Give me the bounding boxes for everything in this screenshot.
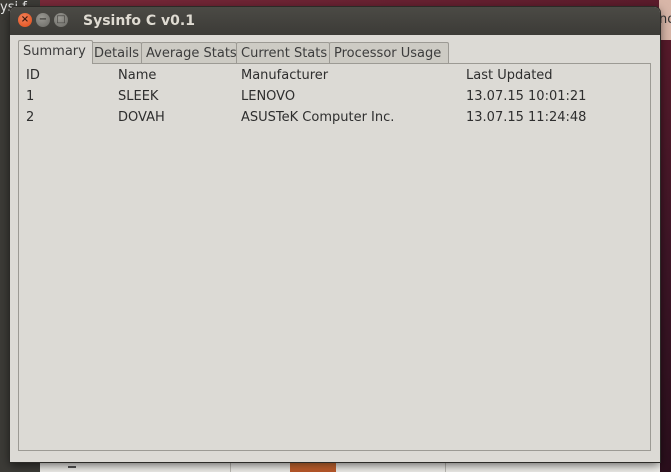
cell-id: 2 — [26, 110, 35, 125]
cell-manufacturer: ASUSTeK Computer Inc. — [241, 110, 395, 125]
column-header-last-updated[interactable]: Last Updated — [466, 68, 553, 83]
column-header-id[interactable]: ID — [26, 68, 40, 83]
cell-name: SLEEK — [118, 89, 159, 104]
background-dash-icon — [68, 466, 76, 468]
background-window-right-text: no — [659, 12, 671, 27]
cell-id: 1 — [26, 89, 35, 104]
tab-summary[interactable]: Summary — [18, 40, 93, 64]
cell-manufacturer: LENOVO — [241, 89, 296, 104]
cell-name: DOVAH — [118, 110, 165, 125]
maximize-icon[interactable]: □ — [54, 13, 68, 27]
tab-current-stats[interactable]: Current Stats — [236, 42, 330, 63]
tab-details[interactable]: Details — [89, 42, 142, 63]
tab-processor-usage[interactable]: Processor Usage — [329, 42, 449, 63]
close-icon[interactable]: × — [18, 13, 32, 27]
column-header-name[interactable]: Name — [118, 68, 156, 83]
summary-table: ID Name Manufacturer Last Updated 1 SLEE… — [18, 63, 651, 451]
tab-average-stats[interactable]: Average Stats — [141, 42, 237, 63]
cell-last-updated: 13.07.15 10:01:21 — [466, 89, 587, 104]
column-header-manufacturer[interactable]: Manufacturer — [241, 68, 328, 83]
title-bar[interactable]: × − □ Sysinfo C v0.1 — [10, 7, 660, 35]
sysinfo-window: × − □ Sysinfo C v0.1 Summary Details Ave… — [10, 7, 660, 462]
minimize-icon[interactable]: − — [36, 13, 50, 27]
cell-last-updated: 13.07.15 11:24:48 — [466, 110, 587, 125]
window-title: Sysinfo C v0.1 — [83, 13, 195, 29]
